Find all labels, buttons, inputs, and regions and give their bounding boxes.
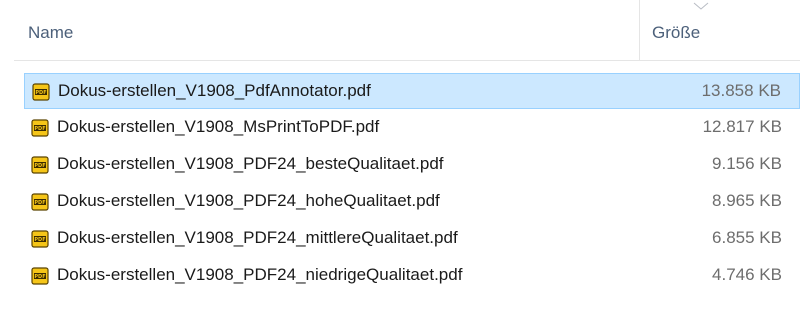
column-header-bar: Name Größe <box>14 0 800 61</box>
column-header-name[interactable]: Name <box>14 0 640 60</box>
svg-text:PDF: PDF <box>34 200 45 206</box>
svg-text:PDF: PDF <box>34 237 45 243</box>
file-name: Dokus-erstellen_V1908_PDF24_mittlereQual… <box>57 228 458 247</box>
file-name: Dokus-erstellen_V1908_PDF24_besteQualita… <box>57 154 444 173</box>
chevron-down-icon <box>693 2 709 10</box>
file-name: Dokus-erstellen_V1908_PDF24_niedrigeQual… <box>57 265 463 284</box>
pdf-icon: PDF <box>31 230 49 248</box>
file-name: Dokus-erstellen_V1908_PdfAnnotator.pdf <box>58 81 371 100</box>
column-header-size[interactable]: Größe <box>640 0 800 60</box>
file-row[interactable]: PDF Dokus-erstellen_V1908_PDF24_besteQua… <box>24 147 800 183</box>
file-size: 4.746 KB <box>712 265 782 284</box>
file-size: 9.156 KB <box>712 154 782 173</box>
svg-text:PDF: PDF <box>35 90 46 96</box>
file-size: 12.817 KB <box>702 117 782 136</box>
svg-text:PDF: PDF <box>34 274 45 280</box>
svg-text:PDF: PDF <box>34 126 45 132</box>
file-row[interactable]: PDF Dokus-erstellen_V1908_PDF24_niedrige… <box>24 258 800 294</box>
file-name: Dokus-erstellen_V1908_MsPrintToPDF.pdf <box>57 117 380 136</box>
svg-text:PDF: PDF <box>34 163 45 169</box>
file-row[interactable]: PDF Dokus-erstellen_V1908_MsPrintToPDF.p… <box>24 110 800 146</box>
file-size: 6.855 KB <box>712 228 782 247</box>
file-row[interactable]: PDF Dokus-erstellen_V1908_PDF24_hoheQual… <box>24 184 800 220</box>
column-header-name-label: Name <box>28 23 74 42</box>
pdf-icon: PDF <box>31 267 49 285</box>
file-row[interactable]: PDF Dokus-erstellen_V1908_PDF24_mittlere… <box>24 221 800 257</box>
column-header-size-label: Größe <box>652 23 701 42</box>
file-explorer-list-view: Name Größe PDF Dokus-erstellen_V1908_Pdf… <box>0 0 800 331</box>
file-size: 8.965 KB <box>712 191 782 210</box>
pdf-icon: PDF <box>31 156 49 174</box>
pdf-icon: PDF <box>31 193 49 211</box>
file-name: Dokus-erstellen_V1908_PDF24_hoheQualitae… <box>57 191 440 210</box>
file-row[interactable]: PDF Dokus-erstellen_V1908_PdfAnnotator.p… <box>24 73 800 109</box>
pdf-icon: PDF <box>31 119 49 137</box>
pdf-icon: PDF <box>32 83 50 101</box>
file-size: 13.858 KB <box>701 81 781 100</box>
